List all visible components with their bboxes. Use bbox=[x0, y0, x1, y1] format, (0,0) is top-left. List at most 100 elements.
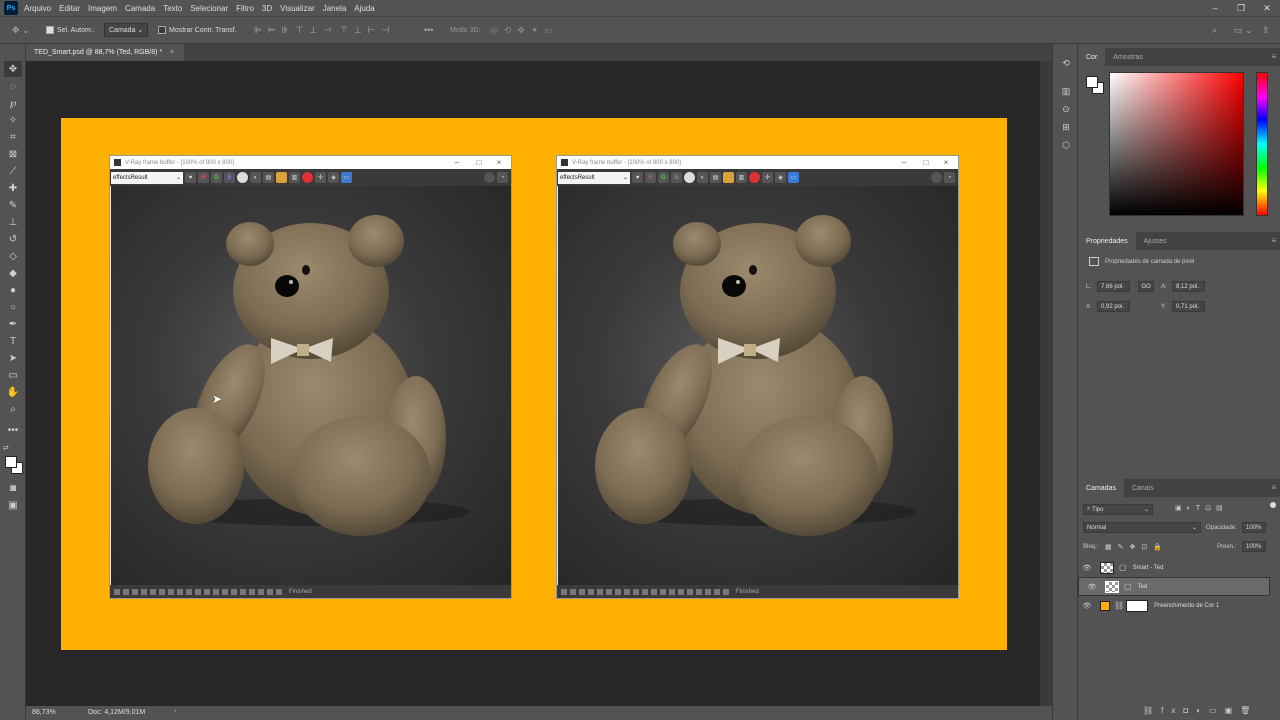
white-icon bbox=[684, 172, 695, 183]
panel-menu-icon[interactable]: ≡ bbox=[1271, 236, 1276, 245]
menu-texto[interactable]: Texto bbox=[163, 4, 182, 13]
move-tool-icon[interactable]: ✥ bbox=[4, 61, 22, 77]
save-icon: ▤ bbox=[710, 172, 721, 183]
type-tool-icon[interactable]: T bbox=[4, 333, 22, 349]
gradient-tool-icon[interactable]: ◆ bbox=[4, 265, 22, 281]
more-tools-icon[interactable]: ••• bbox=[4, 422, 22, 438]
3d-tool-icons[interactable]: ◎⟲✥✦▭ bbox=[490, 23, 559, 37]
layer-filter-icons[interactable]: ▣◐T⊡▤ bbox=[1175, 504, 1228, 512]
tab-ajustes[interactable]: Ajustes bbox=[1136, 232, 1175, 250]
lock-icons[interactable]: ▦✎✥⊡🔒 bbox=[1105, 543, 1168, 551]
link-dimensions-button[interactable]: GO bbox=[1138, 281, 1154, 292]
layer-row[interactable]: 👁 ⛓ Preenchimento de Cor 1 bbox=[1078, 596, 1270, 615]
cube-icon[interactable]: ⬡ bbox=[1059, 138, 1073, 152]
filter-toggle-icon[interactable] bbox=[1270, 502, 1276, 508]
layer-row[interactable]: 👁 ▢ Smart - Ted bbox=[1078, 558, 1270, 577]
swap-colors-icon[interactable]: ⇄ bbox=[3, 444, 9, 452]
eraser-tool-icon[interactable]: ◇ bbox=[4, 248, 22, 264]
lock-label: Bloq.: bbox=[1083, 544, 1099, 550]
screen-mode-icon[interactable]: ▣ bbox=[4, 497, 22, 513]
height-field[interactable]: 8,12 pol. bbox=[1172, 281, 1205, 292]
search-icon[interactable]: ⌕ bbox=[1212, 23, 1217, 37]
color-picker-field[interactable] bbox=[1109, 72, 1244, 216]
color-panel-foreground[interactable] bbox=[1086, 76, 1098, 88]
blur-tool-icon[interactable]: ● bbox=[4, 282, 22, 298]
tab-canais[interactable]: Canais bbox=[1124, 479, 1162, 497]
hand-tool-icon[interactable]: ✋ bbox=[4, 384, 22, 400]
width-field[interactable]: 7,66 pol. bbox=[1097, 281, 1130, 292]
blend-mode-dropdown[interactable]: Normal ⌄ bbox=[1083, 522, 1201, 533]
minimize-icon[interactable]: – bbox=[1202, 0, 1228, 16]
align-buttons[interactable]: ⊫⊨⊪⊤⊥⊣ bbox=[254, 23, 337, 37]
menu-camada[interactable]: Camada bbox=[125, 4, 155, 13]
show-transform-checkbox[interactable]: Mostrar Contr. Transf. bbox=[158, 23, 237, 37]
lasso-tool-icon[interactable]: ℘ bbox=[4, 95, 22, 111]
adjust-icon[interactable]: ⊞ bbox=[1059, 120, 1073, 134]
person-icon[interactable]: ⊙ bbox=[1059, 102, 1073, 116]
visibility-eye-icon[interactable]: 👁 bbox=[1078, 602, 1096, 610]
share-icon[interactable]: ⇪ bbox=[1262, 23, 1270, 37]
auto-select-dropdown[interactable]: Camada ⌄ bbox=[104, 23, 149, 37]
menu-ajuda[interactable]: Ajuda bbox=[354, 4, 374, 13]
foreground-color-swatch[interactable] bbox=[5, 456, 17, 468]
tab-cor[interactable]: Cor bbox=[1078, 48, 1106, 66]
quick-mask-icon[interactable]: ◙ bbox=[4, 480, 22, 496]
vertical-scrollbar[interactable] bbox=[1040, 61, 1052, 706]
hue-slider[interactable] bbox=[1256, 72, 1268, 216]
vray-frame-buffer-left[interactable]: V-Ray frame buffer - [100% of 800 x 800]… bbox=[109, 155, 512, 599]
panel-menu-icon[interactable]: ≡ bbox=[1271, 483, 1276, 492]
opacity-field[interactable]: 100% bbox=[1242, 522, 1266, 533]
move-tool-icon[interactable]: ✥ ⌄ bbox=[12, 23, 30, 37]
history-brush-icon[interactable]: ↺ bbox=[4, 231, 22, 247]
menu-editar[interactable]: Editar bbox=[59, 4, 80, 13]
distribute-buttons[interactable]: ⊤⊥⊢⊣ bbox=[340, 23, 395, 37]
close-tab-icon[interactable]: × bbox=[170, 49, 174, 56]
status-arrow-icon[interactable]: › bbox=[174, 708, 176, 715]
tab-propriedades[interactable]: Propriedades bbox=[1078, 232, 1136, 250]
panel-menu-icon[interactable]: ≡ bbox=[1271, 52, 1276, 61]
x-field[interactable]: 0,92 pol. bbox=[1097, 301, 1130, 312]
tab-camadas[interactable]: Camadas bbox=[1078, 479, 1124, 497]
shape-tool-icon[interactable]: ▭ bbox=[4, 367, 22, 383]
menu-3d[interactable]: 3D bbox=[262, 4, 272, 13]
auto-select-checkbox[interactable]: Sel. Autom.: bbox=[46, 23, 95, 37]
stamp-tool-icon[interactable]: ⊥ bbox=[4, 214, 22, 230]
zoom-level[interactable]: 88,73% bbox=[32, 709, 56, 716]
visibility-eye-icon[interactable]: 👁 bbox=[1078, 564, 1096, 572]
healing-brush-icon[interactable]: ✚ bbox=[4, 180, 22, 196]
vray-frame-buffer-right[interactable]: V-Ray frame buffer - [100% of 800 x 800]… bbox=[556, 155, 959, 599]
frame-tool-icon[interactable]: ⊠ bbox=[4, 146, 22, 162]
menu-selecionar[interactable]: Selecionar bbox=[190, 4, 228, 13]
layer-thumbnail bbox=[1100, 561, 1114, 574]
layer-filter-dropdown[interactable]: ⌕ Tipo ⌄ bbox=[1083, 504, 1153, 515]
tab-amostras[interactable]: Amostras bbox=[1105, 48, 1151, 66]
menu-filtro[interactable]: Filtro bbox=[236, 4, 254, 13]
magic-wand-icon[interactable]: ✧ bbox=[4, 112, 22, 128]
path-select-icon[interactable]: ➤ bbox=[4, 350, 22, 366]
close-icon[interactable]: ✕ bbox=[1254, 0, 1280, 16]
workspace-icon[interactable]: ▭ ⌄ bbox=[1234, 23, 1253, 37]
layer-row[interactable]: 👁 ▢ Ted bbox=[1078, 577, 1270, 596]
save-icon: ▤ bbox=[263, 172, 274, 183]
menu-arquivo[interactable]: Arquivo bbox=[24, 4, 51, 13]
menu-imagem[interactable]: Imagem bbox=[88, 4, 117, 13]
crop-tool-icon[interactable]: ⌗ bbox=[4, 129, 22, 145]
history-panel-icon[interactable]: ⟲ bbox=[1059, 56, 1073, 70]
brush-tool-icon[interactable]: ✎ bbox=[4, 197, 22, 213]
fill-field[interactable]: 100% bbox=[1242, 541, 1266, 552]
pen-tool-icon[interactable]: ✒ bbox=[4, 316, 22, 332]
eyedropper-icon[interactable]: ⟋ bbox=[4, 163, 22, 179]
document-tab[interactable]: TED_Smart.psd @ 88,7% (Ted, RGB/8) * × bbox=[26, 44, 184, 61]
visibility-eye-icon[interactable]: 👁 bbox=[1083, 583, 1101, 591]
blue-channel-icon: B bbox=[224, 172, 235, 183]
marquee-tool-icon[interactable]: ◌ bbox=[4, 78, 22, 94]
brush-settings-icon[interactable]: ▥ bbox=[1059, 84, 1073, 98]
menu-visualizar[interactable]: Visualizar bbox=[280, 4, 315, 13]
menu-janela[interactable]: Janela bbox=[323, 4, 347, 13]
zoom-tool-icon[interactable]: ⌕ bbox=[4, 401, 22, 417]
more-options-icon[interactable]: ••• bbox=[424, 23, 433, 37]
dodge-tool-icon[interactable]: ○ bbox=[4, 299, 22, 315]
y-field[interactable]: 0,71 pol. bbox=[1172, 301, 1205, 312]
restore-icon[interactable]: ❐ bbox=[1228, 0, 1254, 16]
layers-bottom-toolbar[interactable]: ⛓fx◘◐▭▣🗑 bbox=[1143, 706, 1258, 715]
